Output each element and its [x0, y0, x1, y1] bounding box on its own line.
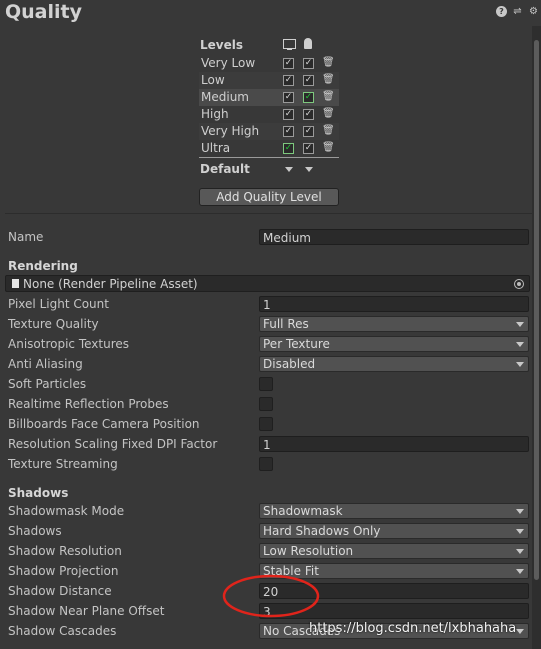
shadowmask-mode-label: Shadowmask Mode	[8, 504, 125, 518]
level-name: Very Low	[201, 56, 256, 70]
realtime-reflection-probes-checkbox[interactable]	[259, 397, 273, 411]
trash-icon[interactable]: 🗑	[322, 142, 335, 153]
pixel-light-count-label: Pixel Light Count	[8, 297, 109, 311]
header-icons: ? ⇌ ⚙	[496, 6, 539, 17]
scrollbar-thumb[interactable]	[534, 40, 539, 580]
object-picker-icon[interactable]	[514, 279, 524, 289]
standalone-checkbox[interactable]: ✓	[283, 58, 294, 69]
level-row-very-low[interactable]: Very Low ✓ ✓ 🗑	[199, 55, 339, 72]
level-row-high[interactable]: High ✓ ✓ 🗑	[199, 106, 339, 123]
android-checkbox[interactable]: ✓	[303, 58, 314, 69]
shadowmask-mode-dropdown[interactable]: Shadowmask	[259, 503, 529, 519]
shadows-dropdown[interactable]: Hard Shadows Only	[259, 523, 529, 539]
level-name: High	[201, 107, 229, 121]
standalone-default-checkbox[interactable]: ✓	[283, 143, 294, 154]
level-name: Ultra	[201, 141, 231, 155]
watermark-text: https://blog.csdn.net/lxbhahaha	[309, 621, 517, 636]
billboards-face-camera-checkbox[interactable]	[259, 417, 273, 431]
dropdown-value: Full Res	[263, 317, 309, 331]
window-title: Quality	[5, 1, 82, 23]
android-checkbox[interactable]: ✓	[303, 126, 314, 137]
name-label: Name	[8, 230, 44, 244]
shadow-cascades-label: Shadow Cascades	[8, 624, 117, 638]
rendering-header: Rendering	[8, 259, 78, 273]
anisotropic-textures-dropdown[interactable]: Per Texture	[259, 336, 529, 352]
trash-icon[interactable]: 🗑	[322, 74, 335, 85]
shadow-projection-label: Shadow Projection	[8, 564, 119, 578]
shadow-resolution-label: Shadow Resolution	[8, 544, 122, 558]
shadow-distance-label: Shadow Distance	[8, 584, 112, 598]
gear-icon[interactable]: ⚙	[528, 6, 539, 17]
chevron-down-icon	[516, 629, 524, 634]
texture-quality-label: Texture Quality	[8, 317, 99, 331]
level-name: Low	[201, 73, 225, 87]
monitor-stand	[287, 49, 292, 50]
texture-quality-dropdown[interactable]: Full Res	[259, 316, 529, 332]
standalone-checkbox[interactable]: ✓	[283, 92, 294, 103]
section-divider	[5, 213, 532, 214]
help-icon[interactable]: ?	[496, 6, 507, 17]
asset-file-icon	[12, 279, 19, 288]
levels-divider	[199, 157, 339, 158]
trash-icon[interactable]: 🗑	[322, 57, 335, 68]
resolution-scaling-field[interactable]: 1	[259, 436, 529, 452]
name-field[interactable]: Medium	[259, 229, 529, 245]
shadow-resolution-dropdown[interactable]: Low Resolution	[259, 543, 529, 559]
chevron-down-icon	[516, 569, 524, 574]
standalone-checkbox[interactable]: ✓	[283, 75, 294, 86]
chevron-down-icon	[516, 529, 524, 534]
level-name: Medium	[201, 90, 249, 104]
android-default-dropdown[interactable]	[305, 167, 313, 172]
level-row-ultra[interactable]: Ultra ✓ ✓ 🗑	[199, 140, 339, 157]
render-pipeline-asset-field[interactable]: None (Render Pipeline Asset)	[5, 275, 530, 292]
soft-particles-label: Soft Particles	[8, 377, 87, 391]
anisotropic-textures-label: Anisotropic Textures	[8, 337, 130, 351]
android-default-checkbox[interactable]: ✓	[303, 92, 314, 103]
dropdown-value: Hard Shadows Only	[263, 524, 381, 538]
chevron-down-icon	[516, 322, 524, 327]
standalone-checkbox[interactable]: ✓	[283, 109, 294, 120]
anti-aliasing-dropdown[interactable]: Disabled	[259, 356, 529, 372]
anti-aliasing-label: Anti Aliasing	[8, 357, 83, 371]
billboards-face-camera-label: Billboards Face Camera Position	[8, 417, 200, 431]
shadows-label: Shadows	[8, 524, 62, 538]
trash-icon[interactable]: 🗑	[322, 108, 335, 119]
realtime-reflection-probes-label: Realtime Reflection Probes	[8, 397, 169, 411]
monitor-icon	[283, 39, 296, 49]
shadows-header: Shadows	[8, 486, 69, 500]
standalone-checkbox[interactable]: ✓	[283, 126, 294, 137]
pixel-light-count-field[interactable]: 1	[259, 296, 529, 312]
levels-header: Levels	[200, 38, 244, 52]
dropdown-value: Disabled	[263, 357, 316, 371]
default-label: Default	[200, 162, 250, 176]
highlight-circle	[222, 574, 320, 618]
preset-icon[interactable]: ⇌	[512, 6, 523, 17]
dropdown-value: Low Resolution	[263, 544, 354, 558]
level-row-medium[interactable]: Medium ✓ ✓ 🗑	[199, 89, 339, 106]
chevron-down-icon	[516, 362, 524, 367]
level-name: Very High	[201, 124, 260, 138]
texture-streaming-label: Texture Streaming	[8, 457, 118, 471]
texture-streaming-checkbox[interactable]	[259, 457, 273, 471]
chevron-down-icon	[516, 549, 524, 554]
soft-particles-checkbox[interactable]	[259, 377, 273, 391]
resolution-scaling-label: Resolution Scaling Fixed DPI Factor	[8, 437, 218, 451]
shadow-near-plane-offset-label: Shadow Near Plane Offset	[8, 604, 165, 618]
chevron-down-icon	[516, 509, 524, 514]
level-row-very-high[interactable]: Very High ✓ ✓ 🗑	[199, 123, 339, 140]
android-checkbox[interactable]: ✓	[303, 109, 314, 120]
add-quality-level-button[interactable]: Add Quality Level	[199, 188, 339, 206]
chevron-down-icon	[516, 342, 524, 347]
android-icon	[304, 38, 312, 49]
android-checkbox[interactable]: ✓	[303, 143, 314, 154]
dropdown-value: Per Texture	[263, 337, 330, 351]
android-checkbox[interactable]: ✓	[303, 75, 314, 86]
trash-icon[interactable]: 🗑	[322, 125, 335, 136]
standalone-default-dropdown[interactable]	[285, 167, 293, 172]
dropdown-value: Shadowmask	[263, 504, 343, 518]
level-row-low[interactable]: Low ✓ ✓ 🗑	[199, 72, 339, 89]
asset-field-value: None (Render Pipeline Asset)	[23, 277, 198, 291]
trash-icon[interactable]: 🗑	[322, 91, 335, 102]
